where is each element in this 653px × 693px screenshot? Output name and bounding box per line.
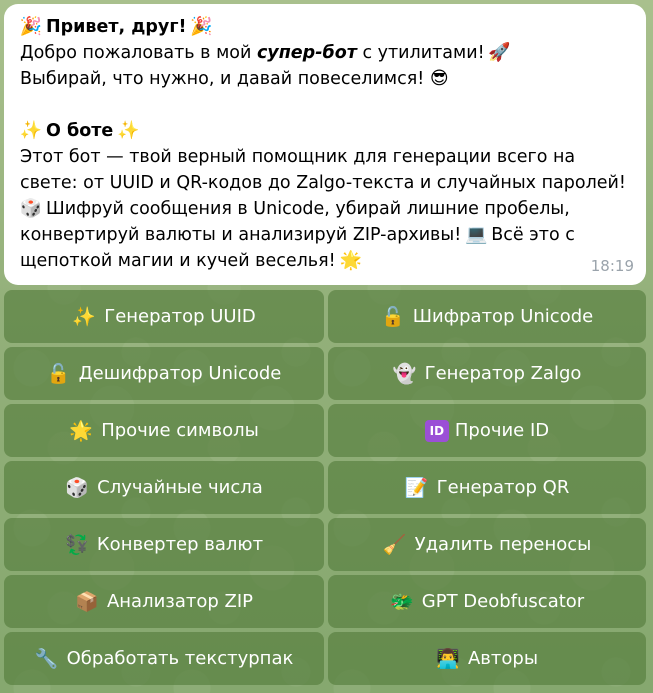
zalgo-generator-button[interactable]: 👻 Генератор Zalgo xyxy=(328,347,646,400)
button-label: Генератор Zalgo xyxy=(424,363,582,384)
dice-icon: 🎲 xyxy=(19,198,43,219)
about-text-2: свете: от UUID и QR-кодов до Zalgo-текст… xyxy=(20,173,626,193)
other-symbols-button[interactable]: 🌟 Прочие символы xyxy=(4,404,324,457)
button-label: Удалить переносы xyxy=(414,534,592,555)
party-popper-icon: 🎉 xyxy=(19,16,43,37)
unlocked-icon: 🔓 xyxy=(380,306,405,328)
package-icon: 📦 xyxy=(75,591,99,613)
sparkles-icon: ✨ xyxy=(72,306,97,328)
sunglasses-icon: 😎 xyxy=(429,68,449,89)
about-text-3: Шифруй сообщения в Unicode, убирай лишни… xyxy=(46,199,570,219)
memo-icon: 📝 xyxy=(404,477,429,499)
sparkles-icon: ✨ xyxy=(117,120,140,141)
welcome-line: Добро пожаловать в мой супер-бот с утили… xyxy=(20,40,632,66)
unlocked-icon: 🔓 xyxy=(46,363,71,385)
uuid-generator-button[interactable]: ✨ Генератор UUID xyxy=(4,290,324,343)
button-label: GPT Deobfuscator xyxy=(421,591,585,612)
ghost-icon: 👻 xyxy=(392,363,417,385)
about-line-4: конвертируй валюты и анализируй ZIP-архи… xyxy=(20,222,632,248)
button-label: Авторы xyxy=(467,648,539,669)
unicode-encoder-button[interactable]: 🔓 Шифратор Unicode xyxy=(328,290,646,343)
button-label: Генератор UUID xyxy=(104,306,256,327)
greeting-line: 🎉 Привет, друг! 🎉 xyxy=(20,14,632,40)
qr-generator-button[interactable]: 📝 Генератор QR xyxy=(328,461,646,514)
about-text-1: Этот бот — твой верный помощник для гене… xyxy=(20,147,576,167)
dice-icon: 🎲 xyxy=(65,477,89,499)
choose-text: Выбирай, что нужно, и давай повеселимся! xyxy=(20,69,425,89)
about-line-3: 🎲 Шифруй сообщения в Unicode, убирай лиш… xyxy=(20,196,632,222)
random-numbers-button[interactable]: 🎲 Случайные числа xyxy=(4,461,324,514)
bot-message-bubble: 🎉 Привет, друг! 🎉 Добро пожаловать в мой… xyxy=(4,4,646,285)
about-line-2: свете: от UUID и QR-кодов до Zalgo-текст… xyxy=(20,170,632,196)
button-label: Генератор QR xyxy=(436,477,570,498)
unicode-decoder-button[interactable]: 🔓 Дешифратор Unicode xyxy=(4,347,324,400)
party-popper-icon: 🎉 xyxy=(190,16,213,37)
button-label: Шифратор Unicode xyxy=(412,306,594,327)
welcome-emphasis: супер-бот xyxy=(256,43,357,63)
about-title-line: ✨ О боте ✨ xyxy=(20,118,632,144)
remove-line-breaks-button[interactable]: 🧹 Удалить переносы xyxy=(328,518,646,571)
dragon-icon: 🐲 xyxy=(389,591,414,613)
broom-icon: 🧹 xyxy=(382,534,407,556)
process-texturepack-button[interactable]: 🔧 Обработать текстурпак xyxy=(4,632,324,685)
sparkles-icon: ✨ xyxy=(19,120,43,141)
id-badge-text: ID xyxy=(424,419,449,442)
rocket-icon: 🚀 xyxy=(488,42,511,63)
about-text-4b: Всё это с xyxy=(491,225,575,245)
zip-analyzer-button[interactable]: 📦 Анализатор ZIP xyxy=(4,575,324,628)
about-text-4a: конвертируй валюты и анализируй ZIP-архи… xyxy=(20,225,462,245)
gpt-deobfuscator-button[interactable]: 🐲 GPT Deobfuscator xyxy=(328,575,646,628)
wrench-icon: 🔧 xyxy=(34,648,59,670)
button-label: Дешифратор Unicode xyxy=(78,363,282,384)
button-label: Прочие символы xyxy=(101,420,259,441)
glowing-star-icon: 🌟 xyxy=(69,420,94,442)
currency-converter-button[interactable]: 💱 Конвертер валют xyxy=(4,518,324,571)
glowing-star-icon: 🌟 xyxy=(339,250,362,271)
about-text-5: щепоткой магии и кучей веселья! xyxy=(20,251,336,271)
about-line-1: Этот бот — твой верный помощник для гене… xyxy=(20,144,632,170)
button-label: Анализатор ZIP xyxy=(106,591,254,612)
other-ids-button[interactable]: ID Прочие ID xyxy=(328,404,646,457)
button-label: Прочие ID xyxy=(454,420,550,441)
inline-keyboard: ✨ Генератор UUID 🔓 Шифратор Unicode 🔓 Де… xyxy=(4,290,646,685)
message-time: 18:19 xyxy=(590,257,634,275)
button-label: Обработать текстурпак xyxy=(66,648,294,669)
greeting-text: Привет, друг! xyxy=(46,17,187,37)
welcome-text-after: с утилитами! xyxy=(362,43,485,63)
laptop-icon: 💻 xyxy=(465,224,488,245)
about-title: О боте xyxy=(46,121,114,141)
choose-line: Выбирай, что нужно, и давай повеселимся!… xyxy=(20,66,632,92)
welcome-text-before: Добро пожаловать в мой xyxy=(20,43,252,63)
technologist-icon: 👨‍💻 xyxy=(436,648,460,670)
button-label: Случайные числа xyxy=(97,477,263,498)
authors-button[interactable]: 👨‍💻 Авторы xyxy=(328,632,646,685)
currency-exchange-icon: 💱 xyxy=(65,534,89,556)
about-line-5: щепоткой магии и кучей веселья! 🌟 xyxy=(20,248,632,274)
button-label: Конвертер валют xyxy=(96,534,264,555)
id-badge-icon: ID xyxy=(424,419,449,443)
